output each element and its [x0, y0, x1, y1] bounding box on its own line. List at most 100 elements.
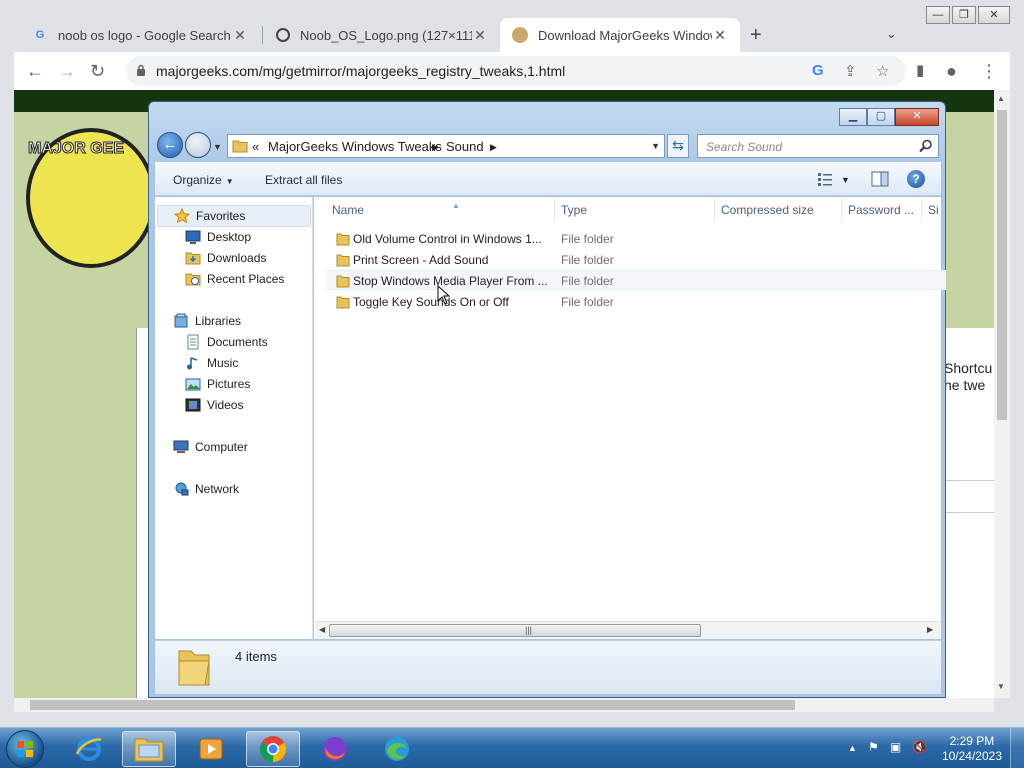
- breadcrumb-separator-icon[interactable]: ▶: [432, 142, 439, 153]
- nav-item-videos[interactable]: Videos: [185, 397, 243, 413]
- share-icon[interactable]: ⇪: [844, 62, 857, 80]
- nav-item-downloads[interactable]: Downloads: [185, 250, 266, 266]
- nav-label: Libraries: [195, 314, 242, 328]
- column-header-password[interactable]: Password ...: [848, 203, 914, 217]
- minimize-button[interactable]: ▁: [839, 108, 867, 126]
- taskbar-firefox[interactable]: [308, 731, 362, 767]
- extract-all-button[interactable]: Extract all files: [265, 173, 342, 187]
- breadcrumb-overflow[interactable]: «: [252, 139, 259, 154]
- tab-noob-os-logo[interactable]: Noob_OS_Logo.png (127×111) ✕: [264, 18, 500, 52]
- column-header-type[interactable]: Type: [561, 203, 587, 217]
- column-separator[interactable]: [554, 199, 555, 221]
- taskbar-chrome[interactable]: [246, 731, 300, 767]
- view-options-chevron-icon[interactable]: ▼: [841, 175, 850, 185]
- breadcrumb-sound[interactable]: Sound: [446, 139, 484, 154]
- address-bar[interactable]: majorgeeks.com/mg/getmirror/majorgeeks_r…: [126, 56, 906, 86]
- file-row[interactable]: Toggle Key Sounds On or Off File folder: [326, 292, 946, 312]
- change-view-icon[interactable]: [817, 171, 833, 187]
- address-dropdown-icon[interactable]: ▼: [651, 141, 660, 151]
- close-tab-icon[interactable]: ✕: [472, 27, 488, 44]
- column-header-compressed-size[interactable]: Compressed size: [721, 203, 814, 217]
- scroll-right-icon[interactable]: ▶: [927, 625, 933, 634]
- file-list-horizontal-scrollbar[interactable]: ◀ ||| ▶: [315, 621, 941, 639]
- taskbar-media-player[interactable]: [184, 731, 238, 767]
- back-button[interactable]: ←: [157, 132, 183, 158]
- page-horizontal-scrollbar[interactable]: [14, 698, 994, 712]
- scroll-left-icon[interactable]: ◀: [319, 625, 325, 634]
- minimize-button[interactable]: —: [926, 6, 950, 24]
- organize-button[interactable]: Organize ▼: [173, 173, 234, 187]
- show-desktop-button[interactable]: [1010, 728, 1024, 768]
- sort-ascending-icon: ▲: [452, 201, 460, 210]
- taskbar-file-explorer[interactable]: [122, 731, 176, 767]
- menu-kebab-icon[interactable]: ⋮: [980, 61, 998, 81]
- nav-item-network[interactable]: Network: [173, 481, 239, 497]
- new-tab-icon[interactable]: +: [750, 24, 762, 47]
- profile-icon[interactable]: ●: [946, 61, 957, 81]
- nav-item-desktop[interactable]: Desktop: [185, 229, 251, 245]
- scroll-thumb[interactable]: |||: [329, 624, 701, 637]
- restore-button[interactable]: ❐: [952, 6, 976, 24]
- column-separator[interactable]: [714, 199, 715, 221]
- scroll-thumb[interactable]: [997, 110, 1007, 420]
- forward-icon[interactable]: →: [58, 61, 76, 81]
- nav-item-pictures[interactable]: Pictures: [185, 376, 250, 392]
- tab-majorgeeks[interactable]: Download MajorGeeks Windows ✕: [500, 18, 740, 52]
- nav-item-libraries[interactable]: Libraries: [173, 313, 241, 329]
- folder-icon: [336, 275, 350, 288]
- scroll-up-icon[interactable]: ▲: [997, 94, 1005, 103]
- nav-item-recent-places[interactable]: Recent Places: [185, 271, 284, 287]
- address-breadcrumb[interactable]: « MajorGeeks Windows Tweaks ▶ Sound ▶ ▼: [227, 134, 665, 158]
- extract-all-label: Extract all files: [265, 173, 343, 187]
- bookmark-star-icon[interactable]: ☆: [876, 62, 889, 80]
- column-header-size[interactable]: Si: [928, 203, 939, 217]
- breadcrumb-separator-icon[interactable]: ▶: [490, 142, 497, 153]
- nav-label: Computer: [195, 440, 248, 454]
- nav-item-favorites[interactable]: Favorites: [157, 205, 311, 227]
- tab-google-search[interactable]: G noob os logo - Google Search ✕: [20, 18, 260, 52]
- refresh-button[interactable]: ⇆: [667, 134, 689, 158]
- back-icon[interactable]: ←: [26, 61, 44, 81]
- close-tab-icon[interactable]: ✕: [232, 27, 248, 44]
- action-center-flag-icon[interactable]: ⚑: [868, 740, 879, 754]
- taskbar-edge[interactable]: [370, 731, 424, 767]
- nav-item-documents[interactable]: Documents: [185, 334, 268, 350]
- column-separator[interactable]: [841, 199, 842, 221]
- nav-item-music[interactable]: Music: [185, 355, 238, 371]
- file-row[interactable]: Print Screen - Add Sound File folder: [326, 250, 946, 270]
- close-button[interactable]: ✕: [978, 6, 1010, 24]
- scroll-down-icon[interactable]: ▼: [997, 682, 1005, 691]
- preview-pane-icon[interactable]: [871, 171, 889, 187]
- help-icon[interactable]: ?: [907, 170, 925, 188]
- nav-item-computer[interactable]: Computer: [173, 439, 248, 455]
- scroll-thumb[interactable]: [30, 700, 795, 710]
- clock[interactable]: 2:29 PM 10/24/2023: [942, 734, 1002, 764]
- chrome-icon: [259, 736, 287, 763]
- forward-button[interactable]: [185, 132, 211, 158]
- page-vertical-scrollbar[interactable]: ▲ ▼: [994, 90, 1010, 698]
- file-row[interactable]: Stop Windows Media Player From ... File …: [326, 270, 946, 290]
- file-name: Toggle Key Sounds On or Off: [353, 295, 509, 309]
- maximize-button[interactable]: ▢: [867, 108, 895, 126]
- side-panel-icon[interactable]: ▮: [916, 61, 924, 81]
- browser-toolbar: ← → ↻ majorgeeks.com/mg/getmirror/majorg…: [14, 52, 1010, 90]
- close-button[interactable]: ✕: [895, 108, 939, 126]
- network-tray-icon[interactable]: ▣: [890, 740, 901, 754]
- search-input[interactable]: Search Sound: [697, 134, 939, 158]
- start-button[interactable]: [6, 730, 44, 768]
- column-header-name[interactable]: ▲ Name: [332, 201, 460, 217]
- column-separator[interactable]: [921, 199, 922, 221]
- breadcrumb-majorgeeks-windows-tweaks[interactable]: MajorGeeks Windows Tweaks: [268, 139, 442, 154]
- reload-icon[interactable]: ↻: [90, 61, 105, 81]
- volume-muted-icon[interactable]: 🔇: [912, 740, 927, 754]
- recent-pages-chevron-icon[interactable]: ▼: [213, 142, 222, 152]
- nav-label: Pictures: [207, 377, 251, 391]
- taskbar-internet-explorer[interactable]: [62, 731, 116, 767]
- tab-search-chevron-icon[interactable]: ⌄: [886, 26, 897, 42]
- close-tab-icon[interactable]: ✕: [712, 27, 728, 44]
- music-note-icon: [187, 357, 198, 370]
- search-icon[interactable]: [918, 138, 934, 154]
- show-hidden-icons-icon[interactable]: ▲: [848, 743, 857, 753]
- google-lens-icon[interactable]: G: [812, 62, 824, 79]
- file-row[interactable]: Old Volume Control in Windows 1... File …: [326, 229, 946, 249]
